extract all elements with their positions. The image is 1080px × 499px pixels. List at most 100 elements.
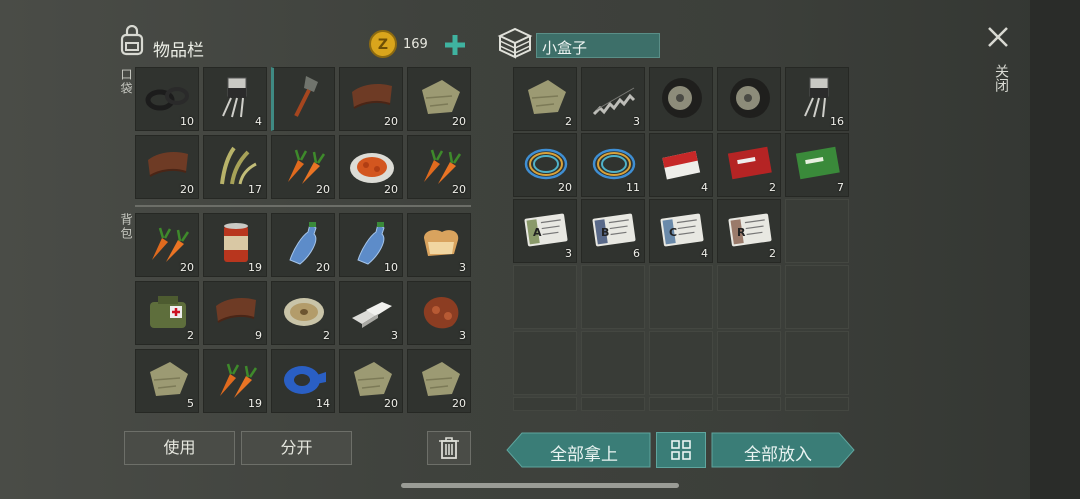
inventory-slot[interactable]: 10 [339,213,403,277]
trash-icon [439,437,459,459]
rubber-rings-icon [145,87,189,111]
inventory-slot[interactable]: 2 [271,281,335,345]
use-button[interactable]: 使用 [124,431,235,465]
inventory-slot[interactable]: 4 [649,133,713,197]
empty-slot[interactable] [649,397,713,411]
split-button[interactable]: 分开 [241,431,352,465]
inventory-slot[interactable]: 20 [339,67,403,131]
leather-icon [148,152,188,177]
coin-count: 169 [403,37,428,52]
inventory-slot[interactable]: C4 [649,199,713,263]
item-count: 20 [180,261,194,274]
inventory-slot[interactable]: 20 [407,349,471,413]
item-count: 3 [459,329,466,342]
svg-text:R: R [737,226,746,239]
inventory-slot[interactable]: 17 [203,135,267,199]
inventory-slot[interactable]: 2 [513,67,577,131]
inventory-slot[interactable]: 19 [203,349,267,413]
svg-text:Z: Z [378,37,388,53]
inventory-slot[interactable] [271,67,335,131]
inventory-slot[interactable]: 19 [203,213,267,277]
item-count: 10 [180,115,194,128]
empty-slot[interactable] [717,331,781,395]
inventory-slot[interactable]: 2 [717,133,781,197]
item-count: 4 [701,181,708,194]
empty-slot[interactable] [785,265,849,329]
inventory-slot[interactable]: R2 [717,199,781,263]
cloth-icon [528,80,566,114]
thread-spool-icon [284,298,324,326]
inventory-slot[interactable]: 20 [407,135,471,199]
empty-slot[interactable] [581,397,645,411]
empty-slot[interactable] [785,199,849,263]
wires-icon [592,148,636,180]
inventory-slot[interactable]: 9 [203,281,267,345]
sort-button[interactable] [656,432,706,468]
close-label[interactable]: 关闭 [991,64,1011,92]
duct-tape-icon [284,366,326,394]
inventory-slot[interactable]: 20 [339,349,403,413]
inventory-slot[interactable]: 3 [339,281,403,345]
tire-icon [662,78,702,118]
inventory-slot[interactable]: 20 [271,135,335,199]
empty-slot[interactable] [785,397,849,411]
close-icon[interactable] [986,25,1010,49]
empty-slot[interactable] [581,265,645,329]
inventory-slot[interactable]: 2 [135,281,199,345]
empty-slot[interactable] [581,331,645,395]
item-count: 19 [248,397,262,410]
item-count: 3 [633,115,640,128]
inventory-slot[interactable]: 3 [407,281,471,345]
inventory-slot[interactable]: B6 [581,199,645,263]
inventory-slot[interactable]: 20 [135,135,199,199]
home-indicator [401,483,679,488]
inventory-slot[interactable]: 7 [785,133,849,197]
carrot-icon [288,149,326,184]
inventory-slot[interactable]: 20 [407,67,471,131]
trash-button[interactable] [427,431,471,465]
inventory-slot[interactable]: 11 [581,133,645,197]
empty-slot[interactable] [513,265,577,329]
empty-slot[interactable] [513,397,577,411]
wires-icon [524,148,568,180]
put-all-button[interactable]: 全部放入 [716,440,840,465]
item-count: 2 [187,329,194,342]
inventory-slot[interactable]: 3 [407,213,471,277]
item-count: 20 [452,115,466,128]
inventory-slot[interactable]: A3 [513,199,577,263]
item-count: 20 [180,183,194,196]
item-count: 3 [565,247,572,260]
item-count: 2 [565,115,572,128]
inventory-slot[interactable]: 20 [513,133,577,197]
inventory-slot[interactable]: 4 [203,67,267,131]
container-name-box[interactable]: 小盒子 [536,33,660,58]
take-all-button[interactable]: 全部拿上 [522,440,646,465]
inventory-slot[interactable]: 5 [135,349,199,413]
leather-icon [352,84,392,109]
empty-slot[interactable] [513,331,577,395]
inventory-slot[interactable]: 3 [581,67,645,131]
item-count: 10 [384,261,398,274]
item-count: 3 [459,261,466,274]
inventory-slot[interactable]: 16 [785,67,849,131]
add-coins-button[interactable] [443,33,467,57]
inventory-slot[interactable] [717,67,781,131]
item-count: 4 [701,247,708,260]
box-icon [497,27,533,59]
backpack-label: 背包 [119,213,133,241]
inventory-slot[interactable]: 20 [135,213,199,277]
inventory-slot[interactable]: 14 [271,349,335,413]
svg-text:A: A [533,226,542,239]
empty-slot[interactable] [649,265,713,329]
item-count: 20 [452,183,466,196]
transistor-icon [804,77,829,118]
empty-slot[interactable] [785,331,849,395]
empty-slot[interactable] [649,331,713,395]
inventory-slot[interactable]: 20 [271,213,335,277]
carrot-icon [220,363,258,398]
empty-slot[interactable] [717,265,781,329]
empty-slot[interactable] [717,397,781,411]
inventory-slot[interactable]: 20 [339,135,403,199]
inventory-slot[interactable] [649,67,713,131]
inventory-slot[interactable]: 10 [135,67,199,131]
